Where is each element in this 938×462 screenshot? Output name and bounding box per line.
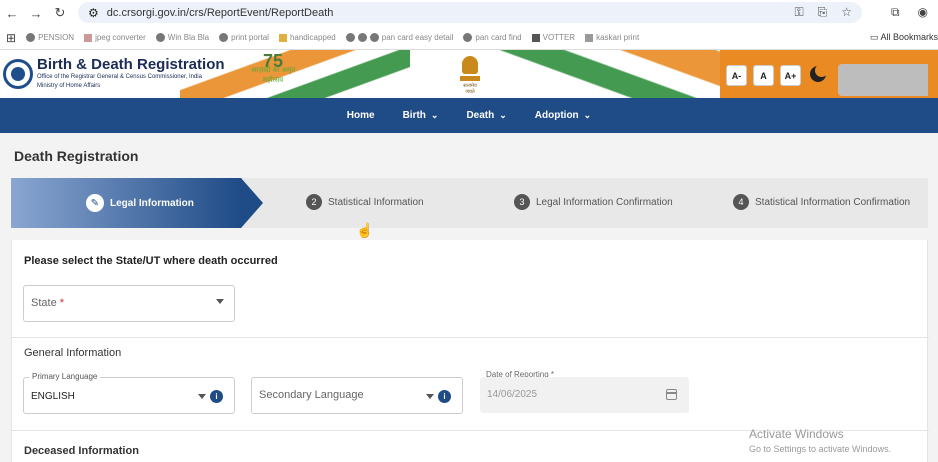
install-app-icon[interactable]: ⎘ xyxy=(818,5,828,20)
bookmark-item[interactable]: VOTTER xyxy=(531,33,575,42)
step-statistical-information[interactable]: 2 Statistical Information xyxy=(306,194,424,210)
extensions-icon[interactable]: ⧉ xyxy=(891,5,900,20)
main-nav: Home Birth ⌄ Death ⌄ Adoption ⌄ xyxy=(0,98,938,133)
bookmark-item[interactable]: Win Bla Bla xyxy=(155,33,209,42)
site-header: Birth & Death Registration Office of the… xyxy=(0,50,938,98)
site-ministry: Ministry of Home Affairs xyxy=(37,83,101,89)
browser-toolbar: ← → ↻ ⚙ dc.crsorgi.gov.in/crs/ReportEven… xyxy=(0,0,938,26)
calendar-icon xyxy=(666,389,677,400)
step-statistical-confirmation[interactable]: 4 Statistical Information Confirmation xyxy=(733,194,910,210)
all-bookmarks[interactable]: ▭ All Bookmarks xyxy=(865,32,938,43)
bookmark-item[interactable]: pan card easy detail xyxy=(345,33,453,42)
font-increase-button[interactable]: A+ xyxy=(780,65,801,86)
site-info-icon[interactable]: ⚙ xyxy=(88,6,99,20)
bookmark-item[interactable]: print portal xyxy=(219,33,269,42)
pencil-icon: ✎ xyxy=(86,194,104,212)
back-icon[interactable]: ← xyxy=(0,6,24,21)
url-text: dc.crsorgi.gov.in/crs/ReportEvent/Report… xyxy=(106,6,334,19)
bookmark-item[interactable]: PENSION xyxy=(26,33,74,42)
bookmark-star-icon[interactable]: ☆ xyxy=(841,5,852,20)
user-profile-redacted[interactable] xyxy=(838,64,928,96)
state-select[interactable]: State * xyxy=(23,285,235,322)
crs-logo-icon[interactable] xyxy=(3,59,33,89)
deceased-information-heading: Deceased Information xyxy=(24,445,139,457)
secondary-language-select[interactable]: Secondary Language i xyxy=(251,377,463,414)
address-bar[interactable]: ⚙ dc.crsorgi.gov.in/crs/ReportEvent/Repo… xyxy=(78,2,862,23)
dark-mode-icon[interactable] xyxy=(810,64,828,82)
step-arrow xyxy=(241,178,263,228)
forward-icon[interactable]: → xyxy=(24,6,48,21)
nav-death[interactable]: Death ⌄ xyxy=(452,110,520,121)
nav-home[interactable]: Home xyxy=(333,110,389,121)
bookmark-item[interactable]: pan card find xyxy=(463,33,522,42)
info-icon[interactable]: i xyxy=(210,390,223,403)
registration-stepper: ✎ Legal Information 2 Statistical Inform… xyxy=(11,178,928,228)
divider xyxy=(12,337,929,338)
primary-language-select[interactable]: Primary Language ENGLISH i xyxy=(23,372,235,414)
page-title: Death Registration xyxy=(14,148,139,164)
chevron-down-icon: ⌄ xyxy=(430,110,439,120)
activate-windows-hint: Go to Settings to activate Windows. xyxy=(749,444,892,454)
apps-grid-icon[interactable]: ⊞ xyxy=(6,31,16,45)
chevron-down-icon: ⌄ xyxy=(583,110,592,120)
reload-icon[interactable]: ↻ xyxy=(48,5,72,21)
password-key-icon[interactable]: ⚿ xyxy=(794,5,803,20)
activate-windows-title: Activate Windows xyxy=(749,427,844,441)
nav-adoption[interactable]: Adoption ⌄ xyxy=(521,110,605,121)
step-legal-information[interactable]: ✎ Legal Information xyxy=(86,194,194,212)
dropdown-arrow-icon xyxy=(198,394,206,399)
state-question: Please select the State/UT where death o… xyxy=(24,255,278,267)
nav-birth[interactable]: Birth ⌄ xyxy=(389,110,453,121)
font-normal-button[interactable]: A xyxy=(753,65,774,86)
bookmark-item[interactable]: handicapped xyxy=(278,33,336,42)
bookmarks-bar: ⊞ PENSION jpeg converter Win Bla Bla pri… xyxy=(0,26,938,50)
general-information-heading: General Information xyxy=(24,347,122,359)
national-emblem-icon: सत्यमेव जयते xyxy=(460,56,480,95)
font-decrease-button[interactable]: A- xyxy=(726,65,747,86)
info-icon[interactable]: i xyxy=(438,390,451,403)
bookmark-item[interactable]: kaskari print xyxy=(585,33,639,42)
azadi-amrit-logo: 75 आज़ादी का अमृत महोत्सव xyxy=(250,51,296,84)
site-subtitle: Office of the Registrar General & Census… xyxy=(37,74,202,80)
dropdown-arrow-icon xyxy=(216,299,224,304)
dropdown-arrow-icon xyxy=(426,394,434,399)
profile-icon[interactable]: ◉ xyxy=(918,5,928,20)
chevron-down-icon: ⌄ xyxy=(499,110,507,120)
date-of-reporting-field: 14/06/2025 xyxy=(480,377,689,413)
hand-cursor-icon: ☝ xyxy=(356,222,374,238)
step-legal-confirmation[interactable]: 3 Legal Information Confirmation xyxy=(514,194,673,210)
site-title: Birth & Death Registration xyxy=(37,56,225,73)
bookmark-item[interactable]: jpeg converter xyxy=(84,33,146,42)
